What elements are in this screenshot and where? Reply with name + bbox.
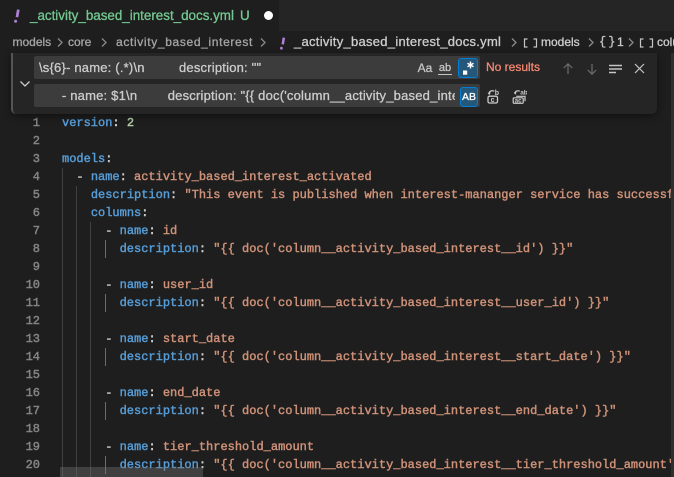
- svg-text:ac: ac: [515, 98, 523, 104]
- svg-text:c: c: [491, 97, 495, 104]
- svg-text:ab: ab: [520, 90, 527, 97]
